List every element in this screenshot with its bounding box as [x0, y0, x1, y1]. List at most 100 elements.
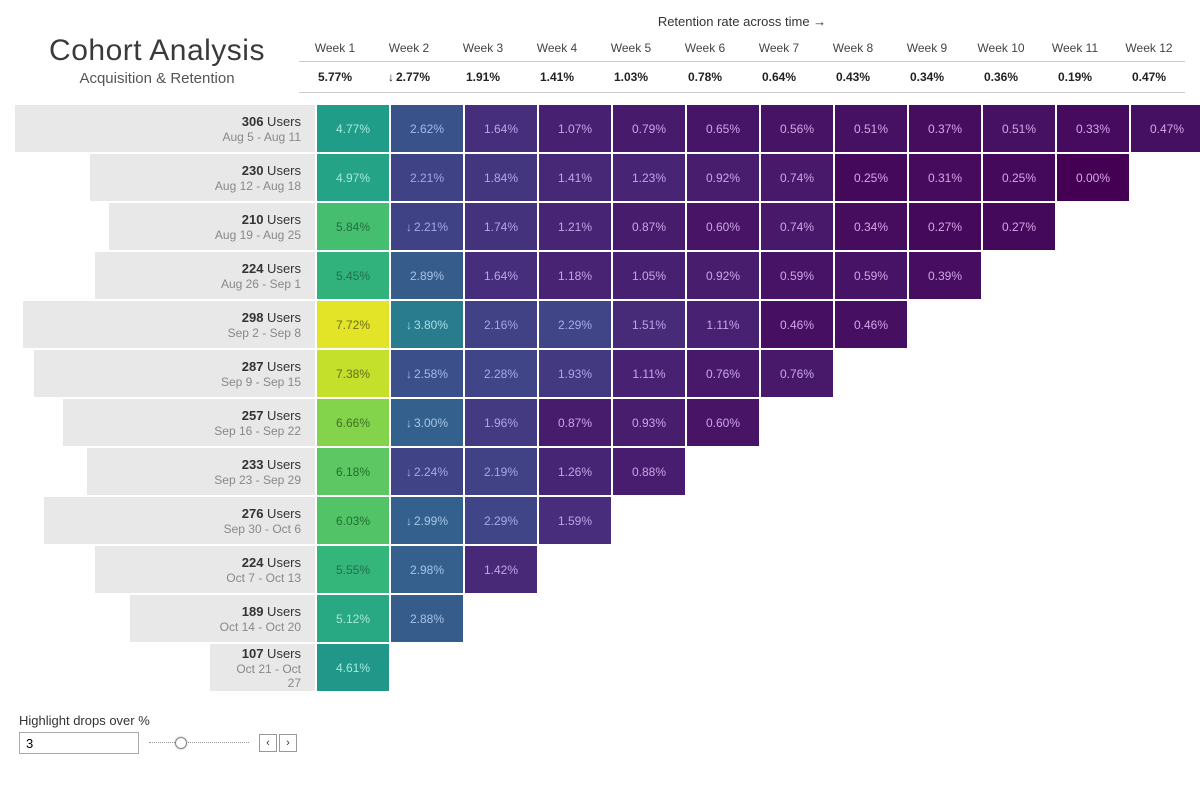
week-header: Week 9 — [891, 35, 963, 61]
cohort-row-label-col: 306 UsersAug 5 - Aug 11 — [15, 105, 315, 152]
heatmap-cell-empty — [1057, 350, 1129, 397]
heatmap-cell: 0.25% — [835, 154, 907, 201]
heatmap-cell-empty — [1131, 644, 1200, 691]
stepper-decrease-button[interactable]: ‹ — [259, 734, 277, 752]
heatmap-cell: 0.47% — [1131, 105, 1200, 152]
cohort-row-label: 224 UsersOct 7 - Oct 13 — [95, 546, 315, 593]
stepper-increase-button[interactable]: › — [279, 734, 297, 752]
heatmap-cell-empty — [909, 301, 981, 348]
cohort-users: 107 Users — [224, 646, 301, 661]
heatmap-cell: 5.55% — [317, 546, 389, 593]
highlight-threshold-input[interactable] — [19, 732, 139, 754]
week-average: 1.41% — [521, 62, 593, 92]
heatmap-cell-empty — [983, 448, 1055, 495]
heatmap-cell: 1.41% — [539, 154, 611, 201]
heatmap-cell: 2.29% — [465, 497, 537, 544]
heatmap-cell: 0.92% — [687, 252, 759, 299]
heatmap-cell: 0.37% — [909, 105, 981, 152]
heatmap-cell-empty — [835, 350, 907, 397]
cohort-row: 233 UsersSep 23 - Sep 296.18%↓2.24%2.19%… — [15, 448, 1185, 495]
heatmap-cell-empty — [687, 497, 759, 544]
week-average: 1.91% — [447, 62, 519, 92]
heatmap-cell: 1.59% — [539, 497, 611, 544]
drop-arrow-icon: ↓ — [406, 367, 412, 381]
heatmap-cell-empty — [1057, 203, 1129, 250]
heatmap-cell-empty — [1057, 644, 1129, 691]
drop-arrow-icon: ↓ — [406, 416, 412, 430]
heatmap-cell-empty — [835, 644, 907, 691]
heatmap-cell: 2.98% — [391, 546, 463, 593]
stepper: ‹ › — [259, 734, 297, 752]
cohort-users: 210 Users — [123, 212, 301, 227]
week-header: Week 5 — [595, 35, 667, 61]
week-average: 1.03% — [595, 62, 667, 92]
cohort-row-label-col: 107 UsersOct 21 - Oct 27 — [15, 644, 315, 691]
heatmap-cell: 0.60% — [687, 203, 759, 250]
heatmap-cell: 1.96% — [465, 399, 537, 446]
week-average: 5.77% — [299, 62, 371, 92]
week-header-row: Week 1Week 2Week 3Week 4Week 5Week 6Week… — [299, 35, 1185, 61]
cohort-grid: 306 UsersAug 5 - Aug 114.77%2.62%1.64%1.… — [15, 105, 1185, 691]
week-average: ↓2.77% — [373, 62, 445, 92]
heatmap-cell: 0.59% — [761, 252, 833, 299]
cohort-date-range: Sep 30 - Oct 6 — [58, 522, 301, 536]
heatmap-cell: ↓2.99% — [391, 497, 463, 544]
highlight-threshold-slider[interactable] — [149, 736, 249, 750]
cohort-users: 233 Users — [101, 457, 301, 472]
cohort-date-range: Sep 2 - Sep 8 — [37, 326, 301, 340]
heatmap-cell-empty — [1057, 448, 1129, 495]
heatmap-cell: 0.87% — [539, 399, 611, 446]
cohort-row: 107 UsersOct 21 - Oct 274.61% — [15, 644, 1185, 691]
heatmap-cell: 0.31% — [909, 154, 981, 201]
heatmap-cell: 0.46% — [761, 301, 833, 348]
heatmap-cell: 0.79% — [613, 105, 685, 152]
cohort-date-range: Aug 19 - Aug 25 — [123, 228, 301, 242]
heatmap-cell: 1.23% — [613, 154, 685, 201]
heatmap-cell-empty — [1057, 301, 1129, 348]
cohort-date-range: Aug 5 - Aug 11 — [29, 130, 301, 144]
cohort-users: 298 Users — [37, 310, 301, 325]
slider-track — [149, 742, 249, 743]
heatmap-cell: 0.33% — [1057, 105, 1129, 152]
heatmap-cell: 2.89% — [391, 252, 463, 299]
heatmap-cell: 0.74% — [761, 154, 833, 201]
cohort-row-label-col: 189 UsersOct 14 - Oct 20 — [15, 595, 315, 642]
heatmap-cell-empty — [1131, 448, 1200, 495]
heatmap-cell-empty — [613, 644, 685, 691]
week-header: Week 7 — [743, 35, 815, 61]
cohort-date-range: Oct 21 - Oct 27 — [224, 662, 301, 690]
cohort-row: 287 UsersSep 9 - Sep 157.38%↓2.58%2.28%1… — [15, 350, 1185, 397]
heatmap-cell: 0.74% — [761, 203, 833, 250]
cohort-row: 210 UsersAug 19 - Aug 255.84%↓2.21%1.74%… — [15, 203, 1185, 250]
heatmap-cell: 6.66% — [317, 399, 389, 446]
heatmap-cell: 1.18% — [539, 252, 611, 299]
heatmap-cell-empty — [613, 497, 685, 544]
heatmap-cell-empty — [687, 546, 759, 593]
heatmap-cell: 0.34% — [835, 203, 907, 250]
cohort-row-label-col: 287 UsersSep 9 - Sep 15 — [15, 350, 315, 397]
heatmap-cell-empty — [909, 497, 981, 544]
cohort-users: 276 Users — [58, 506, 301, 521]
heatmap-cell-empty — [1057, 252, 1129, 299]
heatmap-cell: 0.76% — [687, 350, 759, 397]
heatmap-cell-empty — [835, 595, 907, 642]
highlight-label: Highlight drops over % — [19, 713, 1185, 728]
heatmap-cell-empty — [835, 497, 907, 544]
week-average: 0.43% — [817, 62, 889, 92]
drop-arrow-icon: ↓ — [406, 465, 412, 479]
week-header: Week 8 — [817, 35, 889, 61]
heatmap-cell: 0.65% — [687, 105, 759, 152]
heatmap-cell-empty — [909, 448, 981, 495]
week-average: 0.19% — [1039, 62, 1111, 92]
heatmap-cell-empty — [1131, 252, 1200, 299]
cohort-row-label-col: 298 UsersSep 2 - Sep 8 — [15, 301, 315, 348]
slider-thumb[interactable] — [175, 737, 187, 749]
heatmap-cell-empty — [909, 644, 981, 691]
heatmap-cell-empty — [687, 595, 759, 642]
heatmap-cell: 0.93% — [613, 399, 685, 446]
heatmap-cell-empty — [761, 546, 833, 593]
week-header: Week 1 — [299, 35, 371, 61]
heatmap-cell: 5.45% — [317, 252, 389, 299]
heatmap-cell-empty — [1131, 546, 1200, 593]
page-title: Cohort Analysis — [25, 34, 289, 68]
